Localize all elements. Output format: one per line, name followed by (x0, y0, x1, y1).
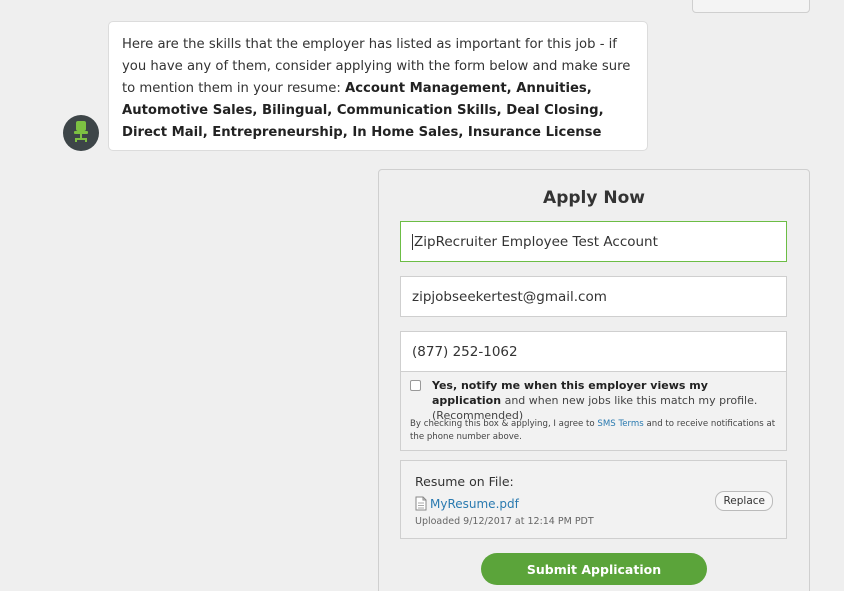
replace-resume-button[interactable]: Replace (715, 491, 773, 511)
office-chair-icon (72, 120, 90, 146)
sms-notify-label: Yes, notify me when this employer views … (432, 378, 772, 423)
resume-box: Resume on File: MyResume.pdf Uploaded 9/… (400, 460, 787, 539)
resume-upload-date: Uploaded 9/12/2017 at 12:14 PM PDT (415, 516, 594, 527)
resume-label: Resume on File: (415, 474, 514, 489)
phone-input[interactable]: (877) 252-1062 (400, 331, 787, 372)
name-input[interactable]: ZipRecruiter Employee Test Account (400, 221, 787, 262)
recruiter-avatar (63, 115, 99, 151)
text-caret (412, 233, 413, 250)
resume-file-name: MyResume.pdf (430, 496, 519, 511)
name-value: ZipRecruiter Employee Test Account (414, 233, 658, 250)
previous-message-button[interactable] (692, 0, 810, 13)
apply-form-panel: Apply Now ZipRecruiter Employee Test Acc… (378, 169, 810, 591)
sms-terms-text: By checking this box & applying, I agree… (410, 418, 780, 444)
email-value: zipjobseekertest@gmail.com (412, 288, 607, 305)
apply-title: Apply Now (543, 188, 645, 208)
resume-file-link[interactable]: MyResume.pdf (415, 496, 519, 511)
chat-message: Here are the skills that the employer ha… (108, 21, 648, 151)
document-icon (415, 496, 427, 511)
submit-application-button[interactable]: Submit Application (481, 553, 707, 585)
email-input[interactable]: zipjobseekertest@gmail.com (400, 276, 787, 317)
sms-terms-link[interactable]: SMS Terms (597, 419, 643, 429)
phone-value: (877) 252-1062 (412, 343, 518, 360)
terms-prefix: By checking this box & applying, I agree… (410, 419, 598, 429)
sms-notify-checkbox[interactable] (410, 380, 421, 391)
sms-consent-box: Yes, notify me when this employer views … (400, 372, 787, 451)
